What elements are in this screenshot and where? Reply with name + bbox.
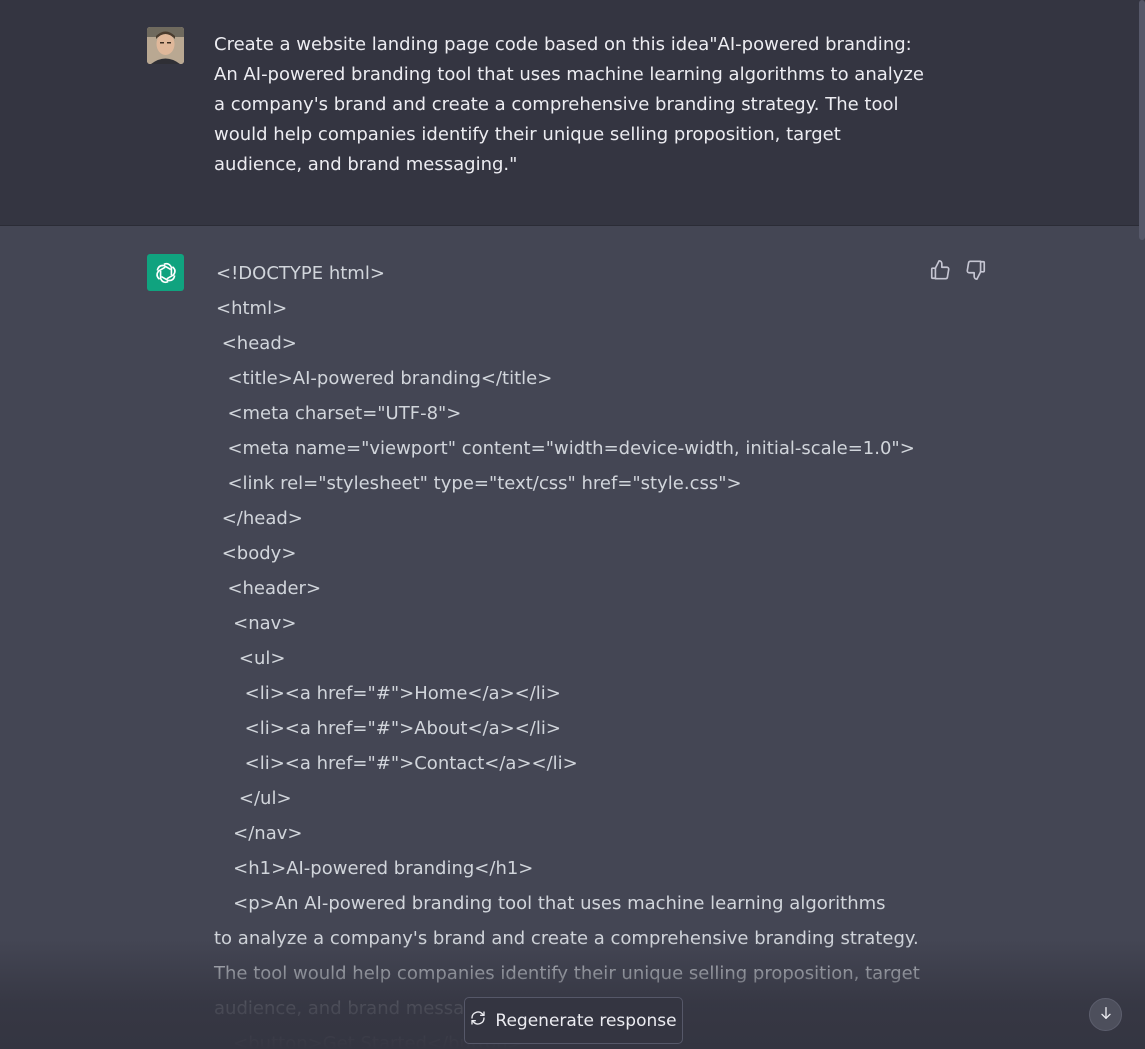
code-line: <h1>AI-powered branding</h1>	[216, 858, 534, 879]
chat-window: Create a website landing page code based…	[0, 0, 1145, 1049]
scrollbar-thumb[interactable]	[1139, 0, 1145, 240]
code-line: <li><a href="#">Contact</a></li>	[216, 753, 578, 774]
code-line: <html>	[216, 298, 288, 319]
code-line: <title>AI-powered branding</title>	[216, 368, 553, 389]
code-line: <li><a href="#">Home</a></li>	[216, 683, 561, 704]
code-line: </nav>	[216, 823, 303, 844]
code-line: <p>An AI-powered branding tool that uses…	[216, 893, 886, 914]
regenerate-label: Regenerate response	[495, 1010, 677, 1031]
code-line: <meta charset="UTF-8">	[216, 403, 462, 424]
openai-logo-icon	[147, 254, 184, 291]
code-line: <li><a href="#">About</a></li>	[216, 718, 561, 739]
refresh-icon	[470, 1010, 486, 1031]
thumbs-up-icon[interactable]	[929, 259, 951, 281]
scroll-to-bottom-button[interactable]	[1089, 998, 1122, 1031]
regenerate-response-button[interactable]: Regenerate response	[464, 997, 683, 1044]
assistant-message: <!DOCTYPE html> <html> <head> <title>AI-…	[0, 226, 1145, 1049]
code-line: <head>	[216, 333, 297, 354]
code-line: <meta name="viewport" content="width=dev…	[216, 438, 915, 459]
arrow-down-icon	[1098, 1005, 1114, 1025]
code-line: <!DOCTYPE html>	[216, 263, 385, 284]
code-line: <ul>	[216, 648, 286, 669]
code-line: <body>	[216, 543, 297, 564]
code-line: <link rel="stylesheet" type="text/css" h…	[216, 473, 742, 494]
code-line: The tool would help companies identify t…	[214, 963, 920, 984]
code-line: <header>	[216, 578, 322, 599]
user-message: Create a website landing page code based…	[0, 0, 1145, 226]
code-line: </head>	[216, 508, 303, 529]
feedback-buttons	[929, 259, 987, 281]
code-line: <nav>	[216, 613, 297, 634]
user-avatar	[147, 27, 184, 64]
user-message-text: Create a website landing page code based…	[214, 34, 924, 175]
code-line: to analyze a company's brand and create …	[214, 928, 919, 949]
code-line: </ul>	[216, 788, 292, 809]
thumbs-down-icon[interactable]	[965, 259, 987, 281]
